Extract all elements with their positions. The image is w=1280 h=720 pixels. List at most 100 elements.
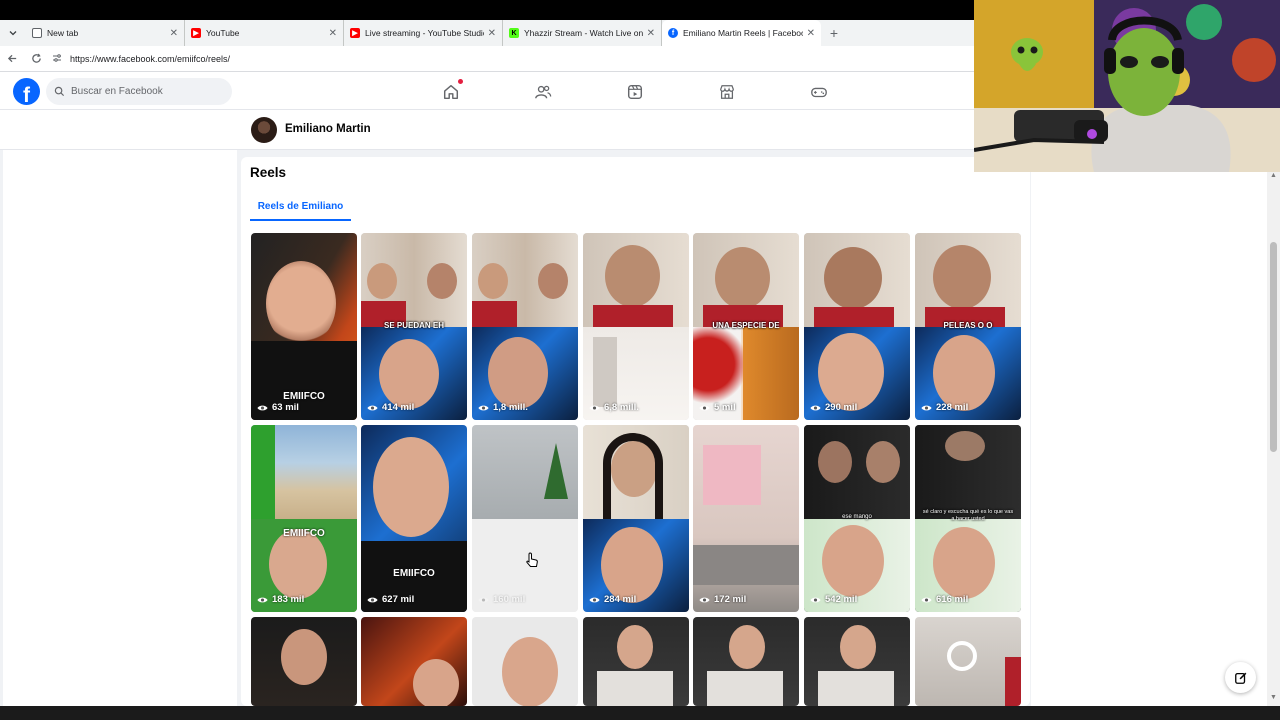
reel-view-count: 542 mil: [825, 594, 858, 605]
reel-thumbnail-top: [361, 233, 467, 327]
tab-close-icon[interactable]: ✕: [647, 28, 655, 39]
reel-tile[interactable]: 172 mil: [693, 425, 799, 612]
tab-close-icon[interactable]: ✕: [807, 28, 815, 39]
reel-tile[interactable]: ese mango 542 mil: [804, 425, 910, 612]
browser-tab-new-tab[interactable]: New tab ✕: [26, 20, 185, 46]
nav-video[interactable]: [625, 82, 645, 102]
avatar[interactable]: [251, 117, 277, 143]
reel-tile[interactable]: EMIIFCO 183 mil: [251, 425, 357, 612]
scroll-down-arrow-icon[interactable]: ▼: [1267, 694, 1280, 706]
eye-icon: [699, 405, 710, 410]
eye-icon: [921, 405, 932, 410]
reel-thumbnail-face: [427, 263, 457, 299]
reel-thumbnail-top: [915, 425, 1021, 519]
reel-tile[interactable]: EMIIFCO 627 mil: [361, 425, 467, 612]
reel-caption: PELEAS O O: [943, 321, 993, 330]
reel-caption: UNA ESPECIE DE: [712, 321, 780, 330]
reel-thumbnail-top: [804, 425, 910, 519]
reel-thumbnail-face: [367, 263, 397, 299]
reel-tile[interactable]: EMIIFCO 63 mil: [251, 233, 357, 420]
tab-close-icon[interactable]: ✕: [170, 28, 178, 39]
reel-views: 616 mil: [921, 594, 968, 605]
reel-caption: sé claro y escucha qué es lo que vas a h…: [922, 509, 1014, 522]
site-info-icon[interactable]: [52, 53, 64, 65]
reel-watermark: EMIIFCO: [393, 568, 435, 579]
reel-thumbnail-shirt: [593, 304, 673, 327]
reel-view-count: 172 mil: [714, 594, 747, 605]
nav-marketplace[interactable]: [717, 82, 737, 102]
reel-tile[interactable]: PELEAS O O 228 mil: [915, 233, 1021, 420]
new-tab-button[interactable]: +: [821, 20, 847, 46]
reel-tile[interactable]: sé claro y escucha qué es lo que vas a h…: [915, 425, 1021, 612]
reel-thumbnail-top: [915, 233, 1021, 327]
facebook-logo[interactable]: f: [13, 78, 40, 105]
reel-view-count: 627 mil: [382, 594, 415, 605]
reel-views: 183 mil: [257, 594, 304, 605]
reel-views: 284 mil: [589, 594, 636, 605]
reel-tile[interactable]: 1,8 mill.: [472, 233, 578, 420]
webcam-image: [974, 0, 1280, 172]
browser-tab-facebook[interactable]: f Emiliano Martin Reels | Facebook ✕: [662, 20, 821, 46]
reel-tile[interactable]: [361, 617, 467, 706]
reel-views: 290 mil: [810, 402, 857, 413]
nav-friends[interactable]: [533, 82, 553, 102]
reel-tile[interactable]: 6,8 mill.: [583, 233, 689, 420]
reel-thumbnail-face: [413, 659, 459, 706]
reel-views: 414 mil: [367, 402, 414, 413]
reel-thumbnail-face: [729, 625, 765, 669]
reel-tile[interactable]: [915, 617, 1021, 706]
reel-tile[interactable]: 290 mil: [804, 233, 910, 420]
reel-thumbnail-face: [822, 524, 884, 597]
reel-views: 160 mil: [478, 594, 525, 605]
reel-thumbnail-face: [488, 336, 548, 409]
nav-gaming[interactable]: [809, 82, 829, 102]
reel-tile[interactable]: [804, 617, 910, 706]
reel-tile[interactable]: [583, 617, 689, 706]
reel-tile[interactable]: [693, 617, 799, 706]
search-input[interactable]: [71, 86, 221, 97]
tab-label: Reels de Emiliano: [257, 200, 344, 212]
reel-thumbnail-face: [281, 629, 327, 685]
new-message-button[interactable]: [1225, 662, 1256, 693]
reel-views: 63 mil: [257, 402, 299, 413]
browser-tab-youtube-studio[interactable]: ▶ Live streaming - YouTube Studio ✕: [344, 20, 503, 46]
reel-view-count: 63 mil: [272, 402, 299, 413]
page-scrollbar[interactable]: ▲ ▼: [1267, 172, 1280, 706]
eye-icon: [257, 405, 268, 410]
bottom-taskbar-strip: [0, 706, 1280, 720]
reel-tile[interactable]: 160 mil: [472, 425, 578, 612]
tab-reels-de-emiliano[interactable]: Reels de Emiliano: [250, 191, 351, 221]
scroll-up-arrow-icon[interactable]: ▲: [1267, 172, 1280, 184]
reel-tile[interactable]: SE PUEDAN EH 414 mil: [361, 233, 467, 420]
eye-icon: [478, 597, 489, 602]
browser-tab-youtube[interactable]: ▶ YouTube ✕: [185, 20, 344, 46]
reel-tile[interactable]: UNA ESPECIE DE 5 mil: [693, 233, 799, 420]
reel-thumbnail-shirt: [814, 306, 894, 327]
reel-thumbnail-face: [379, 338, 439, 409]
tab-close-icon[interactable]: ✕: [329, 28, 337, 39]
video-icon: [627, 84, 643, 100]
reel-thumbnail-tree: [544, 443, 568, 499]
url-field[interactable]: https://www.facebook.com/emiifco/reels/: [52, 49, 970, 69]
eye-icon: [810, 597, 821, 602]
reel-tile[interactable]: [472, 617, 578, 706]
reel-views: 5 mil: [699, 402, 736, 413]
nav-home[interactable]: [441, 79, 463, 102]
tab-close-icon[interactable]: ✕: [488, 28, 496, 39]
reel-tile[interactable]: 284 mil: [583, 425, 689, 612]
profile-name[interactable]: Emiliano Martin: [285, 123, 371, 135]
browser-tab-kick[interactable]: K Yhazzir Stream - Watch Live on Kic ✕: [503, 20, 662, 46]
tab-title: Live streaming - YouTube Studio: [365, 28, 484, 38]
reload-button[interactable]: [24, 53, 48, 64]
reel-view-count: 1,8 mill.: [493, 402, 528, 413]
reel-thumbnail-face: [818, 441, 852, 483]
reel-view-count: 6,8 mill.: [604, 402, 639, 413]
arrow-left-icon: [7, 54, 16, 63]
reel-views: 172 mil: [699, 594, 746, 605]
tab-list-button[interactable]: [0, 20, 26, 46]
back-button[interactable]: [0, 53, 24, 64]
facebook-search[interactable]: [46, 78, 232, 105]
reel-tile[interactable]: [251, 617, 357, 706]
scrollbar-thumb[interactable]: [1270, 242, 1277, 452]
reel-views: 1,8 mill.: [478, 402, 528, 413]
